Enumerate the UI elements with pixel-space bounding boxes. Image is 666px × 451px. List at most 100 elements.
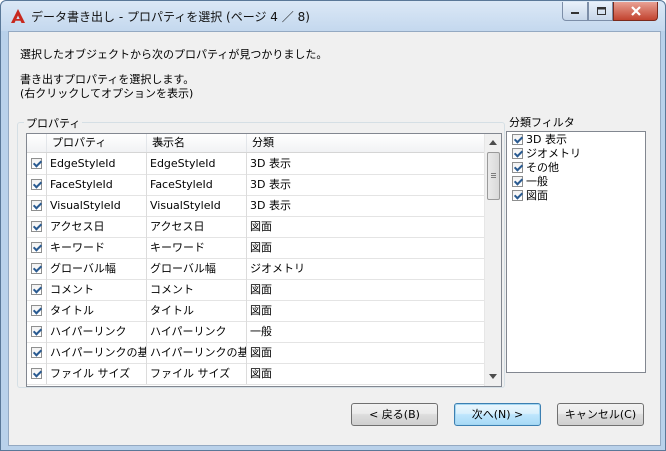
row-checkbox[interactable] [31,221,42,232]
row-checkbox[interactable] [31,158,42,169]
row-checkbox-cell [27,363,47,384]
cell-property: EdgeStyleId [47,153,147,174]
table-row[interactable]: グローバル幅 グローバル幅 ジオメトリ [27,258,484,280]
row-checkbox[interactable] [31,368,42,379]
header-display-name[interactable]: 表示名 [147,134,247,152]
row-checkbox[interactable] [31,284,42,295]
cell-display-name[interactable]: VisualStyleId [147,195,247,216]
row-checkbox[interactable] [31,179,42,190]
table-row[interactable]: EdgeStyleId EdgeStyleId 3D 表示 [27,153,484,175]
row-checkbox[interactable] [31,263,42,274]
next-button[interactable]: 次へ(N) > [454,403,541,426]
row-checkbox-cell [27,279,47,300]
cell-property: タイトル [47,300,147,321]
filter-item-label: 図面 [526,189,548,202]
cell-display-name[interactable]: ハイパーリンクの基... [147,342,247,363]
table-row[interactable]: キーワード キーワード 図面 [27,237,484,259]
cancel-button[interactable]: キャンセル(C) [557,403,644,426]
cell-display-name[interactable]: コメント [147,279,247,300]
filter-item-label: ジオメトリ [526,147,581,160]
table-row[interactable]: ハイパーリンクの基...ハイパーリンクの基...図面 [27,342,484,364]
properties-group-label: プロパティ [24,115,83,131]
cell-category: 図面 [250,367,272,380]
row-checkbox-cell [27,237,47,258]
close-button[interactable] [613,2,658,21]
maximize-button[interactable] [588,2,613,21]
cell-property: ハイパーリンクの基... [47,342,147,363]
row-checkbox[interactable] [31,305,42,316]
scroll-up-icon[interactable] [489,140,497,145]
cell-category: 図面 [250,220,272,233]
cell-property: ファイル サイズ [47,363,147,384]
filter-checkbox[interactable] [512,190,523,201]
cell-display-name[interactable]: ハイパーリンク [147,321,247,342]
category-filter-list[interactable]: 3D 表示 ジオメトリ その他 一般 図面 [506,131,646,373]
header-property-label: プロパティ [52,136,107,149]
cell-display-name[interactable]: FaceStyleId [147,174,247,195]
row-checkbox[interactable] [31,242,42,253]
hint-message: (右クリックしてオプションを表示) [20,87,194,100]
cell-category: 図面 [250,283,272,296]
filter-item-label: 一般 [526,175,548,188]
filter-group-label: 分類フィルタ [507,114,577,130]
row-checkbox-cell [27,174,47,195]
row-checkbox-cell [27,300,47,321]
cell-category: 3D 表示 [250,199,291,212]
row-checkbox-cell [27,216,47,237]
minimize-icon [571,12,579,14]
header-category[interactable]: 分類 [247,134,484,152]
cell-category: 3D 表示 [250,178,291,191]
cell-property: アクセス日 [47,216,147,237]
filter-checkbox[interactable] [512,148,523,159]
filter-item-label: 3D 表示 [526,133,567,146]
dialog-window: データ書き出し - プロパティを選択 (ページ 4 ／ 8) 選択したオブジェク… [0,0,666,451]
cell-display-name[interactable]: ファイル サイズ [147,363,247,384]
row-checkbox-cell [27,342,47,363]
properties-grid[interactable]: プロパティ 表示名 分類 EdgeStyleId EdgeStyleId 3D 表示… [26,133,502,387]
row-checkbox[interactable] [31,347,42,358]
row-checkbox[interactable] [31,326,42,337]
table-row[interactable]: タイトル タイトル 図面 [27,300,484,322]
cell-display-name[interactable]: アクセス日 [147,216,247,237]
header-property[interactable]: プロパティ [47,134,164,152]
table-row[interactable]: アクセス日 アクセス日 図面 [27,216,484,238]
minimize-button[interactable] [562,2,588,21]
header-checkbox-column[interactable] [27,134,47,152]
cell-property: VisualStyleId [47,195,147,216]
row-checkbox-cell [27,258,47,279]
filter-checkbox[interactable] [512,176,523,187]
cell-display-name[interactable]: グローバル幅 [147,258,247,279]
close-icon [630,6,641,16]
table-row[interactable]: FaceStyleId FaceStyleId 3D 表示 [27,174,484,196]
autocad-a-icon [11,9,25,23]
cell-category: 図面 [250,241,272,254]
grid-vertical-scrollbar[interactable] [484,134,501,386]
table-row[interactable]: ハイパーリンク ハイパーリンク 一般 [27,321,484,343]
dialog-client: 選択したオブジェクトから次のプロパティが見つかりました。 書き出すプロパティを選… [8,31,661,446]
scroll-down-icon[interactable] [489,374,497,379]
filter-checkbox[interactable] [512,134,523,145]
found-message: 選択したオブジェクトから次のプロパティが見つかりました。 [20,48,328,61]
back-button[interactable]: < 戻る(B) [351,403,438,426]
row-checkbox-cell [27,321,47,342]
table-row[interactable]: ファイル サイズ ファイル サイズ 図面 [27,363,484,385]
table-row[interactable]: VisualStyleId VisualStyleId 3D 表示 [27,195,484,217]
cell-display-name[interactable]: キーワード [147,237,247,258]
row-checkbox-cell [27,153,47,174]
grid-header: プロパティ 表示名 分類 [27,134,484,153]
cell-property: グローバル幅 [47,258,147,279]
title-bar[interactable]: データ書き出し - プロパティを選択 (ページ 4 ／ 8) [1,1,665,31]
header-display-name-label: 表示名 [152,136,185,149]
cell-display-name[interactable]: タイトル [147,300,247,321]
table-row[interactable]: コメント コメント 図面 [27,279,484,301]
cell-property: キーワード [47,237,147,258]
filter-checkbox[interactable] [512,162,523,173]
window-title: データ書き出し - プロパティを選択 (ページ 4 ／ 8) [31,10,310,24]
cell-display-name[interactable]: EdgeStyleId [147,153,247,174]
scroll-thumb[interactable] [487,152,500,200]
row-checkbox[interactable] [31,200,42,211]
cell-category: 図面 [250,346,272,359]
cell-category: 3D 表示 [250,157,291,170]
cell-category: 一般 [250,325,272,338]
cell-category: ジオメトリ [250,262,305,275]
